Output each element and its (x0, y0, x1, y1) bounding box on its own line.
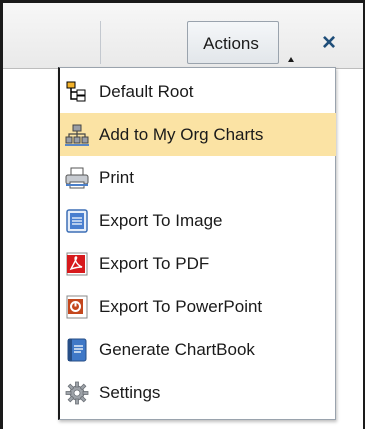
actions-button[interactable]: Actions (187, 21, 279, 64)
menu-item-export-to-powerpoint[interactable]: Export To PowerPoint (60, 285, 336, 328)
actions-label: Actions (203, 34, 259, 53)
actions-dropdown-menu: Default Root Add to My Org Charts Print (58, 67, 336, 420)
menu-item-export-to-image[interactable]: Export To Image (60, 199, 336, 242)
gear-icon (63, 379, 91, 407)
powerpoint-icon (63, 293, 91, 321)
menu-item-export-to-pdf[interactable]: Export To PDF (60, 242, 336, 285)
org-chart-icon (63, 121, 91, 149)
menu-item-add-to-my-org-charts[interactable]: Add to My Org Charts (60, 113, 336, 156)
image-export-icon (63, 207, 91, 235)
menu-item-label: Export To PDF (99, 253, 210, 273)
menu-item-settings[interactable]: Settings (60, 371, 336, 414)
menu-item-label: Export To PowerPoint (99, 296, 263, 316)
menu-item-label: Default Root (99, 81, 194, 101)
menu-item-label: Export To Image (99, 210, 223, 230)
menu-item-print[interactable]: Print (60, 156, 336, 199)
menu-item-generate-chartbook[interactable]: Generate ChartBook (60, 328, 336, 371)
actions-divider (100, 21, 101, 64)
printer-icon (63, 164, 91, 192)
pdf-icon (63, 250, 91, 278)
menu-item-label: Add to My Org Charts (99, 124, 264, 144)
close-button[interactable]: × (309, 21, 349, 64)
menu-item-label: Print (99, 167, 134, 187)
menu-item-label: Generate ChartBook (99, 339, 255, 359)
menu-item-default-root[interactable]: Default Root (60, 70, 336, 113)
hierarchy-icon (63, 78, 91, 106)
menu-item-label: Settings (99, 382, 161, 402)
dropdown-arrow-icon[interactable] (288, 57, 294, 62)
chartbook-icon (63, 336, 91, 364)
